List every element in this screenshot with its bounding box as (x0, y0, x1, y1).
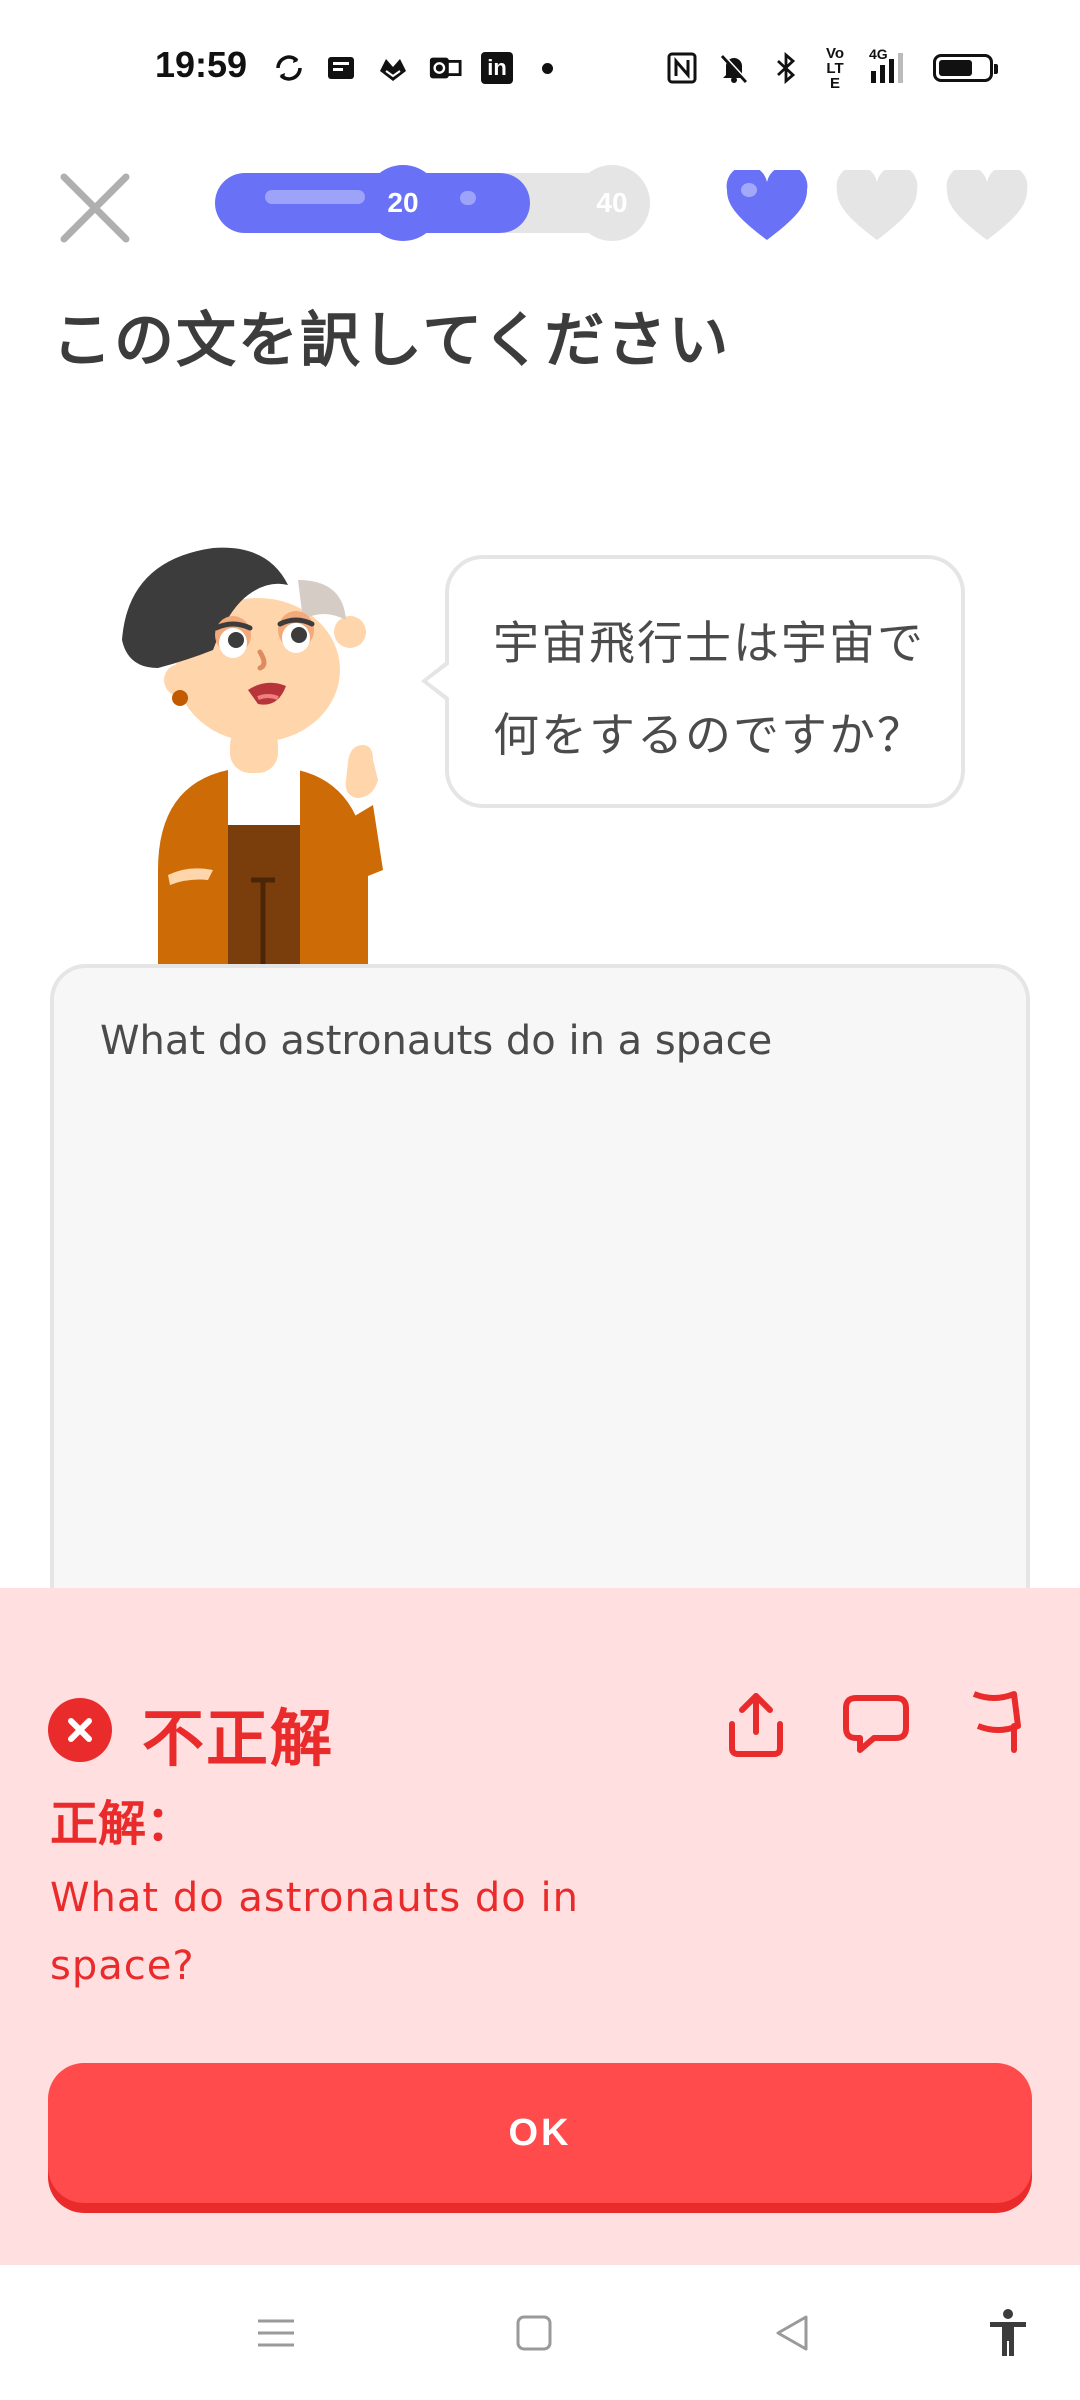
menu-icon (258, 2319, 294, 2347)
nfc-icon (665, 51, 699, 85)
dot-icon (542, 62, 553, 74)
linkedin-icon: in (480, 51, 514, 85)
hearts (725, 170, 1029, 242)
speech-bubble[interactable]: 宇宙飛行士は宇宙で何をするのですか？ (421, 555, 965, 808)
character-illustration (122, 547, 383, 965)
nav-home-button[interactable] (504, 2303, 564, 2363)
status-time: 19:59 (155, 44, 248, 85)
book-icon (324, 51, 358, 85)
share-icon (729, 1693, 783, 1757)
accessibility-icon (990, 2309, 1026, 2356)
sync-icon (272, 51, 306, 85)
nav-menu-button[interactable] (246, 2303, 306, 2363)
prompt-sentence: 宇宙飛行士は宇宙で何をするのですか？ (493, 616, 925, 762)
system-nav-bar (0, 2265, 1080, 2400)
milestone-40: 40 (574, 165, 650, 241)
ok-button[interactable]: OK (48, 2063, 1032, 2203)
bluetooth-icon (769, 51, 803, 85)
answer-textarea[interactable]: What do astronauts do in a space (50, 964, 1030, 1664)
answer-text: What do astronauts do in a space (100, 1018, 773, 1064)
heart-filled-icon (726, 170, 808, 240)
nav-back-button[interactable] (762, 2303, 822, 2363)
outlook-icon (428, 51, 462, 85)
heart-empty-icon (946, 170, 1028, 240)
exercise-title: この文を訳してください (52, 306, 731, 376)
close-icon (60, 173, 130, 243)
feedback-status: 不正解 (142, 1702, 335, 1775)
back-icon (776, 2315, 808, 2351)
share-button[interactable] (716, 1684, 796, 1764)
battery-icon (933, 54, 998, 82)
feedback-panel: 不正解 正解： What do astronauts do in space? … (0, 1588, 1080, 2265)
flag-icon (972, 1691, 1021, 1753)
milestone-20: 20 (365, 165, 441, 241)
home-icon (516, 2315, 552, 2351)
system-icons: Vo LTE 4G (665, 44, 998, 92)
signal-4g-icon: 4G (867, 47, 915, 85)
incorrect-icon (48, 1698, 112, 1762)
nav-accessibility-button[interactable] (978, 2303, 1038, 2363)
notification-icons: in (272, 48, 553, 88)
duolingo-icon (376, 51, 410, 85)
lesson-progress-bar: 20 40 (215, 165, 650, 241)
mute-bell-icon (717, 51, 751, 85)
volte-icon: Vo LTE (825, 44, 845, 92)
heart-empty-icon (836, 170, 918, 240)
correct-answer-label: 正解： (50, 1796, 195, 1852)
correct-answer: What do astronauts do in space? (50, 1875, 579, 1989)
close-button[interactable] (55, 168, 135, 248)
comment-icon (843, 1695, 909, 1753)
report-button[interactable] (956, 1684, 1036, 1764)
comment-button[interactable] (836, 1684, 916, 1764)
status-bar: 19:59 in Vo LTE 4G (0, 0, 1080, 130)
